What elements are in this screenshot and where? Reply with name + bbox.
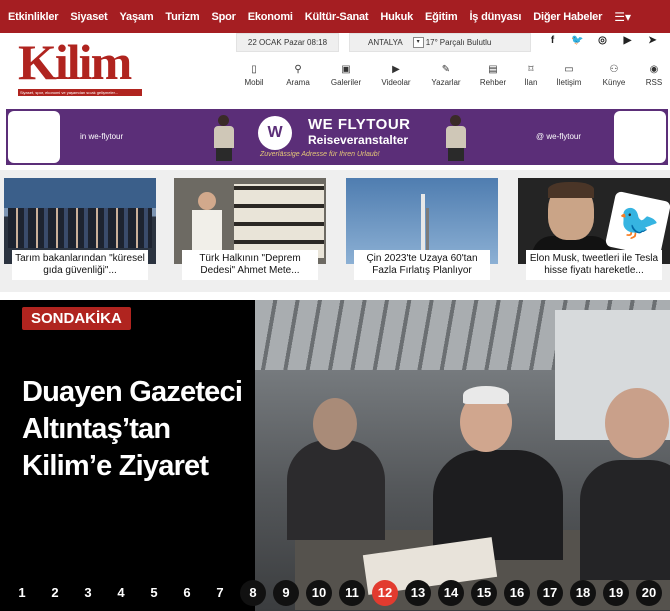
qr-code-left <box>8 111 60 163</box>
banner-person-illustration <box>438 115 474 161</box>
page-button[interactable]: 5 <box>141 580 167 606</box>
page-button[interactable]: 10 <box>306 580 332 606</box>
rss-icon: ◉ <box>649 64 659 75</box>
social-links: f 🐦 ◎ ▶ ➤ <box>540 35 665 49</box>
quick-link-rss[interactable]: ◉ RSS <box>628 63 670 91</box>
page-button[interactable]: 16 <box>504 580 530 606</box>
quick-link-videolar[interactable]: ▶ Videolar <box>370 63 422 91</box>
page-button[interactable]: 11 <box>339 580 365 606</box>
quick-link-galeriler[interactable]: ▣ Galeriler <box>320 63 372 91</box>
hero-headline[interactable]: Duayen Gazeteci Altıntaş’tan Kilim’e Ziy… <box>22 374 267 485</box>
page-button[interactable]: 7 <box>207 580 233 606</box>
date-display: 22 OCAK Pazar 08:18 <box>236 33 339 52</box>
page-button[interactable]: 19 <box>603 580 629 606</box>
news-card[interactable]: 🐦 Elon Musk, tweetleri ile Tesla hisse f… <box>518 178 670 284</box>
banner-brand-subtitle: Reiseveranstalter <box>308 133 409 147</box>
nav-item-etkinlikler[interactable]: Etkinlikler <box>2 11 64 23</box>
site-logo[interactable]: Kilim Siyaset, spor, ekonomi ve yaşamdan… <box>18 34 142 96</box>
page-button[interactable]: 18 <box>570 580 596 606</box>
page-button[interactable]: 15 <box>471 580 497 606</box>
page-button[interactable]: 3 <box>75 580 101 606</box>
page-button[interactable]: 13 <box>405 580 431 606</box>
more-menu-icon[interactable]: ☰▾ <box>608 10 637 24</box>
linkedin-handle: in we-flytour <box>80 132 124 141</box>
youtube-icon[interactable]: ▶ <box>615 35 640 49</box>
weather-widget: ANTALYA ▾ 17° Parçalı Bulutlu <box>349 33 531 52</box>
gallery-icon: ▣ <box>341 64 351 75</box>
quick-link-label: Galeriler <box>330 78 362 87</box>
banner-brand: WE FLYTOUR <box>308 116 411 133</box>
weather-city: ANTALYA <box>368 38 403 47</box>
quick-link-yazarlar[interactable]: ✎ Yazarlar <box>420 63 472 91</box>
weflytour-logo-icon: W <box>258 116 292 150</box>
page-button[interactable]: 17 <box>537 580 563 606</box>
nav-item-spor[interactable]: Spor <box>205 11 241 23</box>
qr-code-right <box>614 111 666 163</box>
hero-photo <box>255 300 670 611</box>
date-text: 22 OCAK Pazar 08:18 <box>247 38 328 47</box>
logo-text: Kilim <box>18 34 132 90</box>
nav-item-is-dunyasi[interactable]: İş dünyası <box>463 11 527 23</box>
page-button[interactable]: 8 <box>240 580 266 606</box>
writer-icon: ✎ <box>441 64 451 75</box>
logo-tagline: Siyaset, spor, ekonomi ve yaşamdan sıcak… <box>20 90 119 95</box>
nav-item-yasam[interactable]: Yaşam <box>114 11 160 23</box>
quick-link-label: Videolar <box>381 78 411 87</box>
search-icon: ⚲ <box>294 64 302 75</box>
quick-link-arama[interactable]: ⚲ Arama <box>272 63 324 91</box>
instagram-icon[interactable]: ◎ <box>590 35 615 49</box>
page-button[interactable]: 4 <box>108 580 134 606</box>
news-card-caption: Türk Halkının "Deprem Dedesi" Ahmet Mete… <box>182 250 318 280</box>
news-cards-strip: Tarım bakanlarından "küresel gıda güvenl… <box>0 170 670 292</box>
page-button[interactable]: 6 <box>174 580 200 606</box>
news-card[interactable]: Çin 2023'te Uzaya 60'tan Fazla Fırlatış … <box>346 178 498 284</box>
nav-item-hukuk[interactable]: Hukuk <box>374 11 419 23</box>
news-card[interactable]: Türk Halkının "Deprem Dedesi" Ahmet Mete… <box>174 178 326 284</box>
weather-condition: Parçalı Bulutlu <box>439 38 492 47</box>
top-navigation: Etkinlikler Siyaset Yaşam Turizm Spor Ek… <box>0 0 670 33</box>
nav-item-turizm[interactable]: Turizm <box>159 11 205 23</box>
instagram-handle: @ we-flytour <box>536 132 582 141</box>
twitter-icon[interactable]: 🐦 <box>565 35 590 49</box>
facebook-icon[interactable]: f <box>540 35 565 49</box>
page-button[interactable]: 2 <box>42 580 68 606</box>
page-button-active[interactable]: 12 <box>372 580 398 606</box>
quick-link-label: RSS <box>645 78 663 87</box>
quick-link-label: Yazarlar <box>431 78 461 87</box>
slider-pagination: 1 2 3 4 5 6 7 8 9 10 11 12 13 14 15 16 1… <box>0 580 670 606</box>
breaking-news-badge: SONDAKİKA <box>22 307 131 330</box>
nav-item-kultur-sanat[interactable]: Kültür-Sanat <box>299 11 375 23</box>
news-card-caption: Tarım bakanlarından "küresel gıda güvenl… <box>12 250 148 280</box>
city-dropdown-icon[interactable]: ▾ <box>412 37 424 48</box>
telegram-icon[interactable]: ➤ <box>640 35 665 49</box>
page-button[interactable]: 20 <box>636 580 662 606</box>
page-button[interactable]: 9 <box>273 580 299 606</box>
news-card[interactable]: Tarım bakanlarından "küresel gıda güvenl… <box>4 178 156 284</box>
advertisement-banner[interactable]: in we-flytour @ we-flytour W WE FLYTOUR … <box>6 109 668 165</box>
nav-item-ekonomi[interactable]: Ekonomi <box>242 11 299 23</box>
banner-person-illustration <box>206 115 242 161</box>
video-icon: ▶ <box>392 64 400 75</box>
nav-item-egitim[interactable]: Eğitim <box>419 11 463 23</box>
quick-link-label: Arama <box>286 78 310 87</box>
news-card-caption: Çin 2023'te Uzaya 60'tan Fazla Fırlatış … <box>354 250 490 280</box>
page-button[interactable]: 1 <box>9 580 35 606</box>
weather-temperature: 17° <box>425 38 438 47</box>
nav-item-diger-haberler[interactable]: Diğer Habeler <box>527 11 608 23</box>
banner-slogan: Zuverlässige Adresse für Ihren Urlaub! <box>260 151 380 158</box>
page-button[interactable]: 14 <box>438 580 464 606</box>
headline-slider[interactable]: SONDAKİKA Duayen Gazeteci Altıntaş’tan K… <box>0 300 670 611</box>
news-card-caption: Elon Musk, tweetleri ile Tesla hisse fiy… <box>526 250 662 280</box>
site-header: Kilim Siyaset, spor, ekonomi ve yaşamdan… <box>0 33 670 97</box>
nav-item-siyaset[interactable]: Siyaset <box>64 11 113 23</box>
